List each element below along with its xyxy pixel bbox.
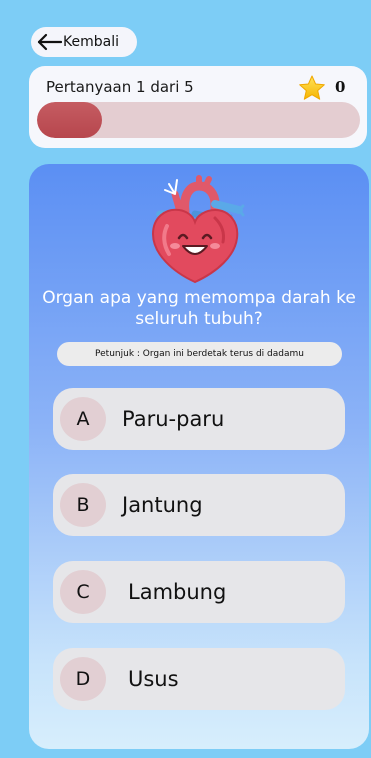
option-label: Usus bbox=[128, 667, 179, 691]
option-label: Paru-paru bbox=[122, 407, 225, 431]
progress-bar bbox=[37, 102, 360, 138]
question-counter: Pertanyaan 1 dari 5 bbox=[46, 78, 194, 96]
option-d-button[interactable]: D Usus bbox=[53, 648, 345, 710]
option-c-button[interactable]: C Lambung bbox=[53, 561, 345, 623]
option-letter-badge: C bbox=[60, 570, 106, 614]
question-text: Organ apa yang memompa darah ke seluruh … bbox=[42, 288, 356, 329]
option-letter-badge: A bbox=[60, 397, 106, 441]
back-label: Kembali bbox=[63, 34, 119, 50]
arrow-left-icon bbox=[36, 33, 62, 51]
quiz-card: Organ apa yang memompa darah ke seluruh … bbox=[29, 164, 369, 749]
back-button[interactable]: Kembali bbox=[31, 27, 137, 57]
option-letter-badge: B bbox=[60, 483, 106, 527]
hint-box: Petunjuk : Organ ini berdetak terus di d… bbox=[57, 342, 342, 366]
heart-illustration bbox=[145, 174, 245, 286]
progress-card: Pertanyaan 1 dari 5 0 bbox=[29, 66, 367, 148]
option-label: Jantung bbox=[122, 493, 203, 517]
option-letter-badge: D bbox=[60, 657, 106, 701]
hint-text: Petunjuk : Organ ini berdetak terus di d… bbox=[95, 349, 304, 359]
option-label: Lambung bbox=[128, 580, 227, 604]
progress-bar-fill bbox=[37, 102, 102, 138]
score-value: 0 bbox=[335, 78, 346, 96]
option-a-button[interactable]: A Paru-paru bbox=[53, 388, 345, 450]
star-icon bbox=[297, 74, 327, 102]
option-b-button[interactable]: B Jantung bbox=[53, 474, 345, 536]
